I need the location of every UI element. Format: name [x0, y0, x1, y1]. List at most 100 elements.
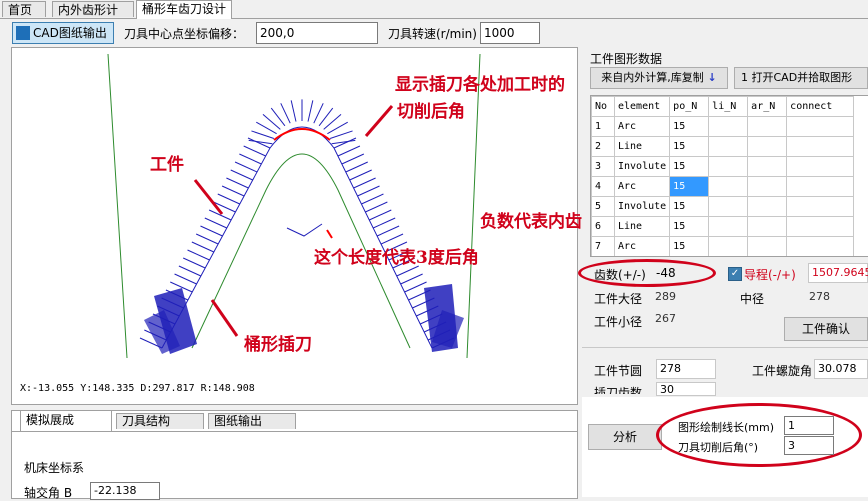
cell-no[interactable]: 2 [591, 136, 615, 157]
pitch-input[interactable]: 278 [656, 359, 716, 379]
cell-connect[interactable] [786, 216, 855, 237]
cell-po[interactable]: 15 [669, 216, 710, 237]
cad-output-label: CAD图纸输出 [33, 26, 107, 40]
line-length-label: 图形绘制线长(mm) [678, 421, 775, 434]
cell-ar[interactable] [747, 116, 788, 137]
cell-ar[interactable] [747, 196, 788, 217]
cell-no[interactable]: 4 [591, 176, 615, 197]
cell-connect[interactable] [786, 196, 855, 217]
annot-workpiece: 工件 [150, 155, 184, 175]
col-no[interactable]: No [591, 96, 615, 117]
tab-home[interactable]: 首页 [2, 1, 46, 17]
pitch-label: 工件节圆 [594, 364, 643, 378]
table-row[interactable]: 5 Involute 15 [591, 196, 855, 217]
cell-po[interactable]: 15 [669, 236, 710, 256]
cell-connect[interactable] [786, 136, 855, 157]
cell-ar[interactable] [747, 216, 788, 237]
annot-show-relief-2: 切削后角 [397, 102, 465, 122]
axis-angle-input[interactable]: -22.138 [90, 482, 160, 500]
relief-angle-input[interactable]: 3 [784, 436, 834, 455]
hatch-line [217, 193, 240, 205]
table-row[interactable]: 1 Arc 15 [591, 116, 855, 137]
lead-checkbox[interactable]: ✓ [728, 267, 742, 281]
cell-li[interactable] [708, 236, 749, 256]
hatch-line [404, 281, 427, 293]
cell-no[interactable]: 1 [591, 116, 615, 137]
table-row[interactable]: 3 Involute 15 [591, 156, 855, 177]
confirm-workpiece-button[interactable]: 工件确认 [784, 317, 868, 341]
tab-cutter-structure[interactable]: 刀具结构 [116, 413, 204, 429]
cell-connect[interactable] [786, 116, 855, 137]
offset-input[interactable]: 200,0 [256, 22, 378, 44]
cell-no[interactable]: 5 [591, 196, 615, 217]
cell-connect[interactable] [786, 236, 855, 256]
hatch-line [221, 185, 245, 197]
cell-po[interactable]: 15 [669, 196, 710, 217]
cell-li[interactable] [708, 176, 749, 197]
analyze-button[interactable]: 分析 [588, 424, 662, 450]
hatch-line [191, 241, 215, 253]
hatch-line [226, 177, 249, 189]
hatch-line [349, 169, 372, 181]
group-title: 工件图形数据 [590, 52, 663, 66]
hatch-line [230, 169, 253, 181]
cell-po[interactable]: 15 [669, 116, 710, 137]
insert-label: 插刀齿数 [594, 386, 643, 394]
cell-element[interactable]: Involute [613, 156, 671, 177]
cell-connect[interactable] [786, 156, 855, 177]
main-tab-bar: 首页 内外齿形计算 桶形车齿刀设计 [0, 0, 868, 33]
cell-element[interactable]: Line [613, 216, 671, 237]
line-length-input[interactable]: 1 [784, 416, 834, 435]
helix-input[interactable]: 30.078 [814, 359, 868, 379]
down-arrow-icon: ↓ [703, 71, 717, 84]
open-cad-pick-button[interactable]: 1 打开CAD并拾取图形 [734, 67, 868, 89]
cell-li[interactable] [708, 156, 749, 177]
lead-input[interactable]: 1507.9645 [808, 263, 868, 283]
col-li[interactable]: li_N [708, 96, 749, 117]
tab-barrel-cutter[interactable]: 桶形车齿刀设计 [136, 0, 232, 19]
cell-li[interactable] [708, 216, 749, 237]
cell-element[interactable]: Line [613, 136, 671, 157]
cell-no[interactable]: 7 [591, 236, 615, 256]
big-dia-label: 工件大径 [594, 292, 643, 306]
small-dia-label: 工件小径 [594, 315, 643, 329]
cell-li[interactable] [708, 136, 749, 157]
cell-ar[interactable] [747, 136, 788, 157]
cell-po[interactable]: 15 [669, 156, 710, 177]
copy-from-calc-button[interactable]: 来自内外计算,库复制 ↓ [590, 67, 728, 89]
hatch-line [400, 273, 423, 285]
cell-element[interactable]: Arc [613, 116, 671, 137]
cell-li[interactable] [708, 116, 749, 137]
cell-element[interactable]: Arc [613, 176, 671, 197]
tab-gear-calc[interactable]: 内外齿形计算 [52, 1, 134, 33]
cell-po-selected[interactable]: 15 [669, 176, 710, 197]
cell-no[interactable]: 3 [591, 156, 615, 177]
table-row[interactable]: 2 Line 15 [591, 136, 855, 157]
cad-output-button[interactable]: CAD图纸输出 [12, 22, 114, 44]
tab-drawing-output[interactable]: 图纸输出 [208, 413, 296, 429]
table-row[interactable]: 4 Arc 15 [591, 176, 855, 197]
table-row[interactable]: 7 Arc 15 [591, 236, 855, 256]
cell-no[interactable]: 6 [591, 216, 615, 237]
cell-connect[interactable] [786, 176, 855, 197]
cell-po[interactable]: 15 [669, 136, 710, 157]
hatch-line [369, 209, 392, 221]
tooth-tip-arc [273, 128, 331, 141]
col-po[interactable]: po_N [669, 96, 710, 117]
cell-element[interactable]: Involute [613, 196, 671, 217]
axis-angle-label: 轴交角 B [24, 486, 73, 500]
cell-li[interactable] [708, 196, 749, 217]
col-element[interactable]: element [613, 96, 671, 117]
speed-input[interactable]: 1000 [480, 22, 540, 44]
cell-ar[interactable] [747, 156, 788, 177]
col-connect[interactable]: connect [786, 96, 855, 117]
col-ar[interactable]: ar_N [747, 96, 788, 117]
tab-simulation[interactable]: 模拟展成 [20, 410, 112, 431]
table-row[interactable]: 6 Line 15 [591, 216, 855, 237]
element-table[interactable]: No element po_N li_N ar_N connect 1 Arc 15… [590, 95, 868, 257]
cell-element[interactable]: Arc [613, 236, 671, 256]
teeth-value[interactable]: -48 [656, 266, 676, 280]
cell-ar[interactable] [747, 176, 788, 197]
cell-ar[interactable] [747, 236, 788, 256]
insert-input[interactable]: 30 [656, 382, 716, 396]
